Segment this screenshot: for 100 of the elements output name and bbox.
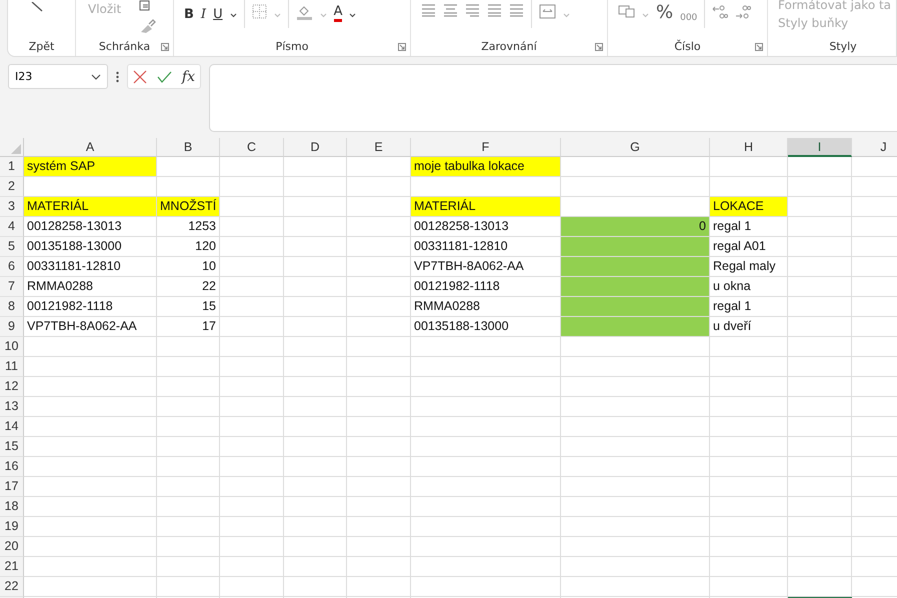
text-align-icon[interactable] [487,4,502,17]
row-header[interactable]: 22 [0,577,24,597]
name-box[interactable]: I23 [8,64,108,89]
row-header[interactable]: 16 [0,457,24,477]
column-header[interactable]: I [788,138,852,157]
table-cell: 00135188-13000 [24,237,157,257]
text-align-icon[interactable] [443,4,458,17]
table-cell: regal A01 [710,237,788,257]
row-header[interactable]: 5 [0,237,24,257]
dialog-launcher-icon[interactable] [595,43,603,51]
table-cell: u dveří [710,317,788,337]
row-header[interactable]: 19 [0,517,24,537]
row-header[interactable]: 21 [0,557,24,577]
percent-button[interactable]: % [656,5,674,21]
group-label: Zpět [28,40,54,52]
table-cell: VP7TBH-8A062-AA [411,257,561,277]
table-cell: Regal maly [710,257,788,277]
font-color-button[interactable]: A [334,5,342,22]
fill-bucket-icon[interactable] [296,4,313,21]
table-cell: 00128258-13013 [411,217,561,237]
underline-button[interactable]: U [213,7,223,23]
column-header[interactable]: C [220,138,284,157]
table-cell: 0 [561,217,710,237]
increase-decimal-icon[interactable] [712,4,728,20]
column-header[interactable]: H [710,138,788,157]
table-cell: 00331181-12810 [24,257,157,277]
row-header[interactable]: 11 [0,357,24,377]
row-header[interactable]: 20 [0,537,24,557]
formula-input-field[interactable] [209,64,897,132]
column-header[interactable]: A [24,138,157,157]
table-cell: 00121982-1118 [411,277,561,297]
row-header[interactable]: 3 [0,197,24,217]
row-header[interactable]: 7 [0,277,24,297]
row-header[interactable]: 8 [0,297,24,317]
table-cell: systém SAP [24,157,157,177]
cell-reference: I23 [15,70,32,83]
chevron-down-icon[interactable] [230,13,237,18]
borders-grid-icon[interactable] [252,4,267,19]
table-cell: u okna [710,277,788,297]
text-align-icon[interactable] [421,4,436,17]
table-cell: VP7TBH-8A062-AA [24,317,157,337]
text-align-icon[interactable] [465,4,480,17]
table-cell: 00135188-13000 [411,317,561,337]
decrease-decimal-icon[interactable] [735,4,752,20]
italic-button[interactable]: I [200,7,206,23]
row-header[interactable]: 14 [0,417,24,437]
table-cell: RMMA0288 [411,297,561,317]
table-cell: 00331181-12810 [411,237,561,257]
dialog-launcher-icon[interactable] [161,43,169,51]
column-header[interactable]: G [561,138,710,157]
currency-format-icon[interactable] [618,4,635,18]
cancel-x-icon[interactable] [132,70,147,84]
bold-button[interactable]: B [184,7,194,23]
table-cell: 22 [157,277,220,297]
merge-cells-icon[interactable] [539,4,556,19]
check-mark-icon[interactable] [156,70,172,82]
more-options-icon[interactable] [116,71,119,83]
group-label: Číslo [674,40,701,52]
table-cell: RMMA0288 [24,277,157,297]
thousands-separator-button[interactable]: 000 [680,10,698,26]
table-cell: 1253 [157,217,220,237]
table-cell: 00121982-1118 [24,297,157,317]
row-header[interactable]: 15 [0,437,24,457]
chevron-down-icon[interactable] [349,13,356,18]
column-header[interactable]: E [347,138,411,157]
table-cell: MNOŽSTÍ [157,197,220,217]
column-header[interactable]: B [157,138,220,157]
triangle-icon [11,144,21,154]
table-cell: MATERIÁL [24,197,157,217]
text-align-icon[interactable] [509,4,524,17]
row-header[interactable]: 9 [0,317,24,337]
row-header[interactable]: 17 [0,477,24,497]
row-header[interactable]: 1 [0,157,24,177]
table-cell: moje tabulka lokace [411,157,561,177]
table-cell: regal 1 [710,297,788,317]
group-label: Zarovnání [481,40,537,52]
row-header[interactable]: 6 [0,257,24,277]
column-header[interactable]: D [284,138,347,157]
table-cell: 00128258-13013 [24,217,157,237]
group-label: Schránka [98,40,150,52]
row-header[interactable]: 12 [0,377,24,397]
table-cell: 120 [157,237,220,257]
row-header[interactable]: 4 [0,217,24,237]
chevron-down-icon[interactable] [91,74,101,80]
row-header[interactable]: 13 [0,397,24,417]
table-cell: MATERIÁL [411,197,561,217]
table-cell: 17 [157,317,220,337]
group-label: Písmo [276,40,308,52]
dialog-launcher-icon[interactable] [755,43,763,51]
row-header[interactable]: 10 [0,337,24,357]
group-label: Styly [829,40,857,52]
table-cell: LOKACE [710,197,788,217]
table-cell: 15 [157,297,220,317]
column-header[interactable]: F [411,138,561,157]
table-cell: regal 1 [710,217,788,237]
row-header[interactable]: 18 [0,497,24,517]
table-cell: 10 [157,257,220,277]
insert-function-button[interactable]: fx [182,68,195,84]
dialog-launcher-icon[interactable] [398,43,406,51]
row-header[interactable]: 2 [0,177,24,197]
